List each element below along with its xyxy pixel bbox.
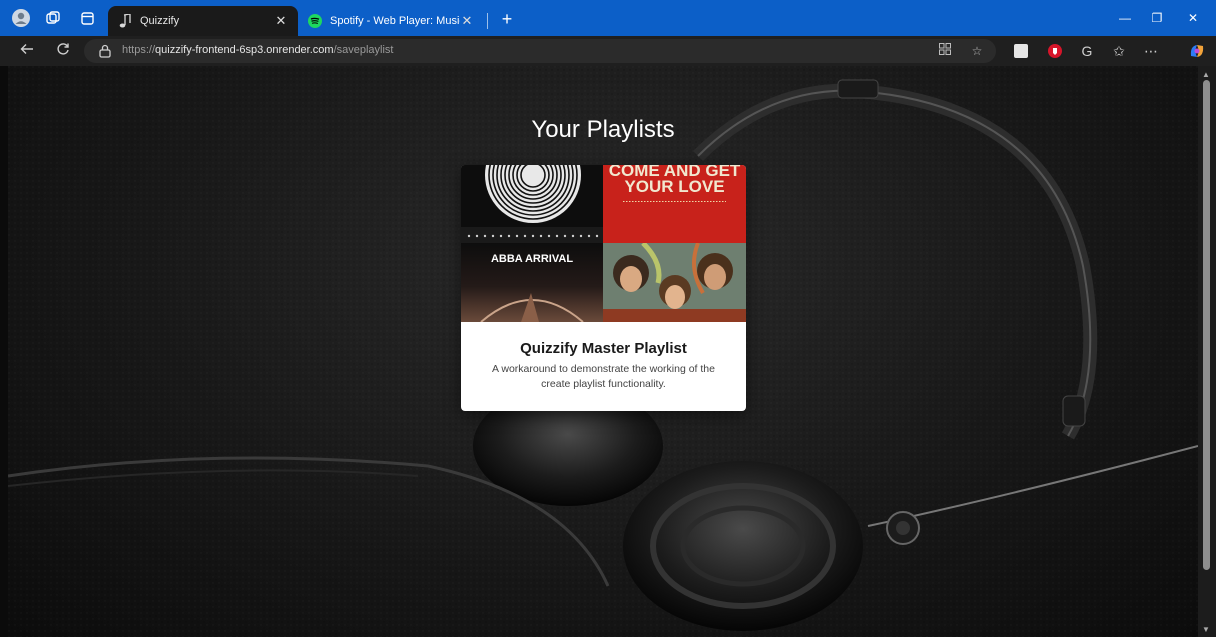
scroll-up-arrow-icon[interactable]: ▲ <box>1202 70 1210 79</box>
close-tab-icon[interactable]: ✕ <box>460 13 474 29</box>
album-cover-image <box>603 243 746 322</box>
favorite-star-icon[interactable]: ☆ <box>968 42 986 60</box>
scrollbar-thumb[interactable] <box>1203 80 1210 570</box>
app-available-icon[interactable] <box>936 42 954 60</box>
browser-toolbar: https://quizzify-frontend-6sp3.onrender.… <box>0 36 1216 66</box>
workspaces-icon[interactable] <box>44 9 62 27</box>
cover-text: YOUR LOVE <box>624 177 725 196</box>
site-info-lock-icon[interactable] <box>98 43 114 59</box>
playlist-title[interactable]: Quizzify Master Playlist <box>461 340 746 357</box>
extension-shield-icon[interactable] <box>1048 44 1062 58</box>
minimize-button[interactable]: — <box>1110 8 1140 28</box>
playlist-card[interactable]: COME AND GET YOUR LOVE ABBA ARRIVAL Quiz… <box>461 165 746 411</box>
playlist-description: A workaround to demonstrate the working … <box>492 363 715 390</box>
refresh-icon[interactable] <box>52 41 74 61</box>
playlist-cover-mosaic: COME AND GET YOUR LOVE ABBA ARRIVAL <box>461 165 746 322</box>
url-host: quizzify-frontend-6sp3.onrender.com <box>155 44 334 56</box>
close-window-button[interactable]: ✕ <box>1178 8 1208 28</box>
extension-square-icon[interactable] <box>1014 44 1028 58</box>
restore-button[interactable]: ❐ <box>1142 8 1172 28</box>
url-text[interactable]: https://quizzify-frontend-6sp3.onrender.… <box>122 44 394 56</box>
page-title: Your Playlists <box>531 116 675 143</box>
music-note-icon <box>118 14 132 28</box>
url-scheme: https:// <box>122 44 156 56</box>
tab-separator <box>487 13 488 29</box>
album-cover-image: ABBA ARRIVAL <box>461 243 603 322</box>
album-cover-image: COME AND GET YOUR LOVE <box>603 165 746 243</box>
tab-actions-icon[interactable] <box>78 9 96 27</box>
page-viewport: Your Playlists COME AND GET YOUR LOVE AB… <box>8 66 1198 637</box>
tab-label: Quizzify <box>140 15 180 27</box>
browser-titlebar: Quizzify ✕ Spotify - Web Player: Music f… <box>0 0 1216 36</box>
tab-spotify[interactable]: Spotify - Web Player: Music for everyone… <box>298 6 484 36</box>
close-tab-icon[interactable]: ✕ <box>274 13 288 29</box>
cover-decoration <box>623 201 726 202</box>
cover-text: ABBA ARRIVAL <box>490 253 574 265</box>
tab-quizzify[interactable]: Quizzify ✕ <box>108 6 298 36</box>
tab-label: Spotify - Web Player: Music for everyone <box>330 15 460 27</box>
more-options-icon[interactable]: ⋯ <box>1140 41 1162 61</box>
vertical-scrollbar[interactable]: ▲ ▼ <box>1198 66 1216 637</box>
favorites-icon[interactable]: ✩ <box>1108 41 1130 61</box>
extension-g-icon[interactable]: G <box>1076 41 1098 61</box>
url-path: /saveplaylist <box>333 44 394 56</box>
address-bar[interactable]: https://quizzify-frontend-6sp3.onrender.… <box>84 39 996 63</box>
back-arrow-icon[interactable] <box>16 41 38 61</box>
copilot-icon[interactable] <box>1188 42 1206 60</box>
album-cover-image <box>461 165 603 243</box>
spotify-icon <box>308 14 322 28</box>
new-tab-button[interactable]: + <box>496 8 518 30</box>
scroll-down-arrow-icon[interactable]: ▼ <box>1202 625 1210 634</box>
profile-avatar-icon[interactable] <box>12 9 30 27</box>
